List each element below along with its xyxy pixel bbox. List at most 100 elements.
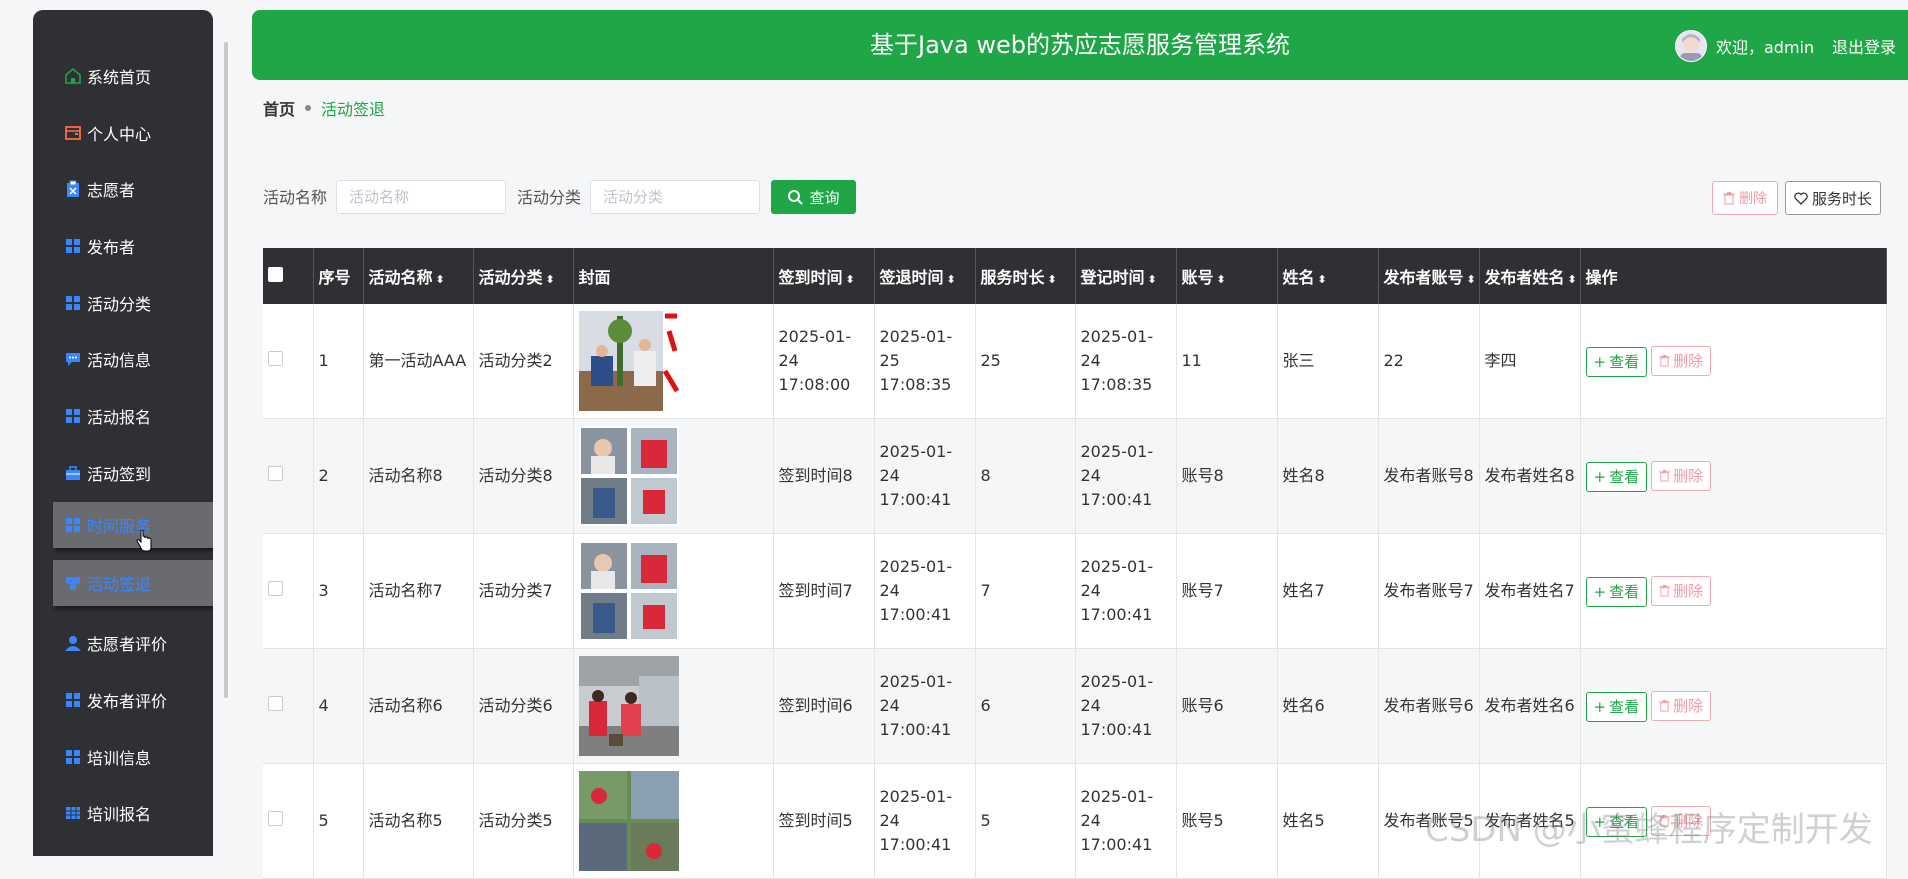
trash-icon [1659,584,1671,596]
cell-no: 3 [313,533,364,649]
delete-button-label: 删除 [1673,581,1704,600]
cell-duration: 8 [975,418,1076,534]
column-header-2[interactable]: 活动名称 ⬍ [363,248,474,304]
row-checkbox[interactable] [268,351,283,366]
row-checkbox[interactable] [268,581,283,596]
cell-person: 姓名7 [1277,533,1379,649]
row-checkbox[interactable] [268,696,283,711]
column-header-12[interactable]: 发布者姓名 ⬍ [1479,248,1581,304]
sort-icon[interactable]: ⬍ [1467,273,1476,286]
grid-icon [63,747,83,767]
sidebar-item-11[interactable]: 志愿者评价 [63,625,167,661]
sidebar-item-1[interactable]: 系统首页 [63,58,151,94]
select-all-checkbox-cell[interactable] [263,248,314,304]
delete-button[interactable]: 删除 [1651,575,1712,606]
cell-regtime: 2025-01-24 17:00:41 [1075,648,1177,764]
heart-icon [1794,191,1808,205]
sidebar-item-label: 发布者评价 [87,692,168,711]
sidebar-item-2[interactable]: 个人中心 [63,115,151,151]
activity-category-input[interactable] [590,180,760,214]
plus-icon: + [1593,352,1607,371]
row-checkbox[interactable] [268,811,283,826]
row-checkbox[interactable] [268,466,283,481]
sidebar-item-label: 活动信息 [87,351,152,370]
cell-name: 活动名称7 [363,533,474,649]
sidebar-item-7[interactable]: 活动报名 [63,398,151,434]
column-header-7[interactable]: 服务时长 ⬍ [975,248,1076,304]
sidebar-item-label: 志愿者评价 [87,635,168,654]
cover-image [578,656,679,756]
column-header-6[interactable]: 签退时间 ⬍ [874,248,976,304]
sidebar-item-3[interactable]: 志愿者 [63,171,135,207]
sidebar-item-4[interactable]: 发布者 [63,228,135,264]
activity-name-input[interactable] [336,180,506,214]
trash-icon [1723,191,1735,204]
grid-icon [63,236,83,256]
select-all-checkbox[interactable] [268,266,283,282]
sidebar-item-12[interactable]: 发布者评价 [63,682,167,718]
cell-category: 活动分类2 [473,304,574,419]
service-time-button[interactable]: 服务时长 [1785,181,1881,215]
delete-button[interactable]: 删除 [1651,345,1712,376]
sort-icon[interactable]: ⬍ [1318,273,1327,286]
logout-link[interactable]: 退出登录 [1832,34,1896,58]
breadcrumb-current: 活动签退 [321,100,386,119]
view-button-label: 查看 [1609,467,1640,486]
cell-category: 活动分类7 [473,533,574,649]
sort-icon[interactable]: ⬍ [546,273,555,286]
delete-button[interactable]: 删除 [1651,460,1712,491]
row-checkbox-cell[interactable] [263,533,314,649]
view-button[interactable]: + 查看 [1585,346,1648,377]
sidebar-item-6[interactable]: 活动信息 [63,341,151,377]
sort-icon[interactable]: ⬍ [846,273,855,286]
sort-icon[interactable]: ⬍ [1568,273,1577,286]
column-header-3[interactable]: 活动分类 ⬍ [473,248,574,304]
view-button[interactable]: + 查看 [1585,576,1648,607]
sort-icon[interactable]: ⬍ [436,273,445,286]
avatar[interactable] [1675,30,1707,62]
sidebar-scrollbar[interactable] [224,42,228,698]
sort-icon[interactable]: ⬍ [1048,273,1057,286]
batch-delete-label: 删除 [1739,191,1767,207]
column-header-11[interactable]: 发布者账号 ⬍ [1378,248,1480,304]
cell-signin: 2025-01-24 17:08:00 [773,304,875,419]
table-row: 1 第一活动AAA 活动分类2 2025-01-24 17:08:00 2025-01… [263,304,1887,419]
sort-icon[interactable]: ⬍ [1217,273,1226,286]
cover-image [578,541,679,641]
search-icon [788,190,804,205]
breadcrumb-home[interactable]: 首页 [263,96,295,120]
sidebar-item-13[interactable]: 培训信息 [63,739,151,775]
sort-icon[interactable]: ⬍ [947,273,956,286]
cell-actions: + 查看 删除 [1580,648,1887,764]
sidebar-item-10[interactable]: 活动签退 [53,560,213,606]
column-header-5[interactable]: 签到时间 ⬍ [773,248,875,304]
batch-delete-button[interactable]: 删除 [1712,181,1778,215]
cell-regtime: 2025-01-24 17:00:41 [1075,533,1177,649]
sidebar-item-8[interactable]: 活动签到 [63,455,151,491]
sidebar-item-9[interactable]: 时间服务 [53,502,213,548]
row-checkbox-cell[interactable] [263,304,314,419]
row-checkbox-cell[interactable] [263,648,314,764]
cell-regtime: 2025-01-24 17:00:41 [1075,418,1177,534]
column-header-9[interactable]: 账号 ⬍ [1176,248,1278,304]
sort-icon[interactable]: ⬍ [1148,273,1157,286]
sidebar-item-14[interactable]: 培训报名 [63,795,151,831]
cover-cell [573,418,774,534]
view-button[interactable]: + 查看 [1585,461,1648,492]
delete-button[interactable]: 删除 [1651,690,1712,721]
sidebar-item-5[interactable]: 活动分类 [63,285,151,321]
column-header-10[interactable]: 姓名 ⬍ [1277,248,1379,304]
home-icon [63,66,83,86]
row-checkbox-cell[interactable] [263,418,314,534]
view-button-label: 查看 [1609,582,1640,601]
column-header-8[interactable]: 登记时间 ⬍ [1075,248,1177,304]
cover-cell [573,648,774,764]
clipboard-icon [63,179,83,199]
row-checkbox-cell[interactable] [263,763,314,879]
search-button-label: 查询 [809,189,840,207]
view-button[interactable]: + 查看 [1585,691,1648,722]
view-button-label: 查看 [1609,352,1640,371]
cell-person: 姓名5 [1277,763,1379,879]
search-button[interactable]: 查询 [771,180,856,214]
grid-icon [63,406,83,426]
